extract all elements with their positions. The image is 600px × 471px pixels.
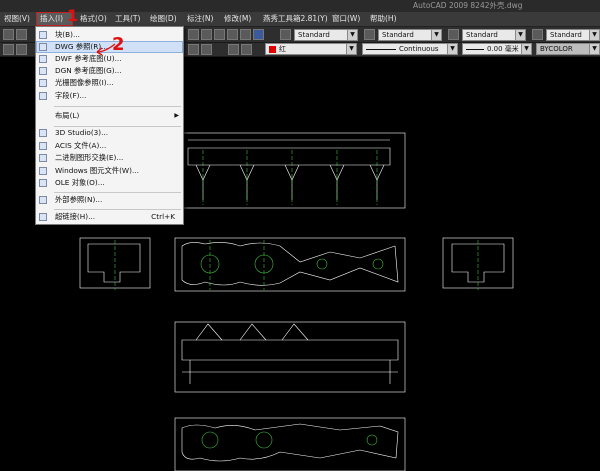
layer-icon[interactable] bbox=[3, 44, 14, 55]
menu-separator bbox=[54, 192, 181, 193]
chevron-down-icon: ▼ bbox=[521, 44, 531, 54]
view-frame bbox=[179, 132, 406, 209]
hole-detail bbox=[372, 258, 384, 270]
window-title: AutoCAD 2009 8242外壳.dwg bbox=[413, 1, 523, 10]
help-icon[interactable] bbox=[253, 29, 264, 40]
binary-dxf-icon bbox=[39, 154, 47, 162]
menu-item-dgn-underlay[interactable]: DGN 参考底图(G)... bbox=[36, 65, 183, 77]
menu-yanxiu-toolbox[interactable]: 燕秀工具箱2.81(Y) bbox=[263, 12, 328, 26]
view-frame bbox=[442, 237, 514, 289]
raster-image-icon bbox=[39, 79, 47, 87]
menu-item-xref[interactable]: 外部参照(N)... bbox=[36, 194, 183, 206]
3d-studio-icon bbox=[39, 129, 47, 137]
menu-draw[interactable]: 绘图(D) bbox=[150, 12, 177, 26]
chevron-down-icon: ▼ bbox=[589, 44, 599, 54]
menu-separator bbox=[54, 209, 181, 210]
arrow-annotation bbox=[96, 43, 116, 56]
dim-style-icon bbox=[364, 29, 375, 40]
text-style-select[interactable]: Standard ▼ bbox=[294, 29, 358, 41]
plotstyle-select[interactable]: BYCOLOR ▼ bbox=[536, 43, 600, 55]
field-icon bbox=[39, 92, 47, 100]
menu-format[interactable]: 格式(O) bbox=[80, 12, 107, 26]
copy-icon[interactable] bbox=[16, 29, 27, 40]
layer-tool-icon[interactable] bbox=[228, 44, 239, 55]
hole-detail bbox=[255, 431, 273, 449]
submenu-arrow-icon: ▶ bbox=[174, 112, 179, 119]
chevron-down-icon: ▼ bbox=[347, 30, 357, 40]
menu-item-hyperlink[interactable]: 超链接(H)... Ctrl+K bbox=[36, 211, 183, 223]
color-swatch bbox=[269, 45, 276, 53]
dim-style-select[interactable]: Standard ▼ bbox=[378, 29, 442, 41]
menu-item-binary-dxf[interactable]: 二进制图形交换(E)... bbox=[36, 152, 183, 164]
chevron-down-icon: ▼ bbox=[515, 30, 525, 40]
color-select[interactable]: 红 ▼ bbox=[265, 43, 357, 55]
dgn-underlay-icon bbox=[39, 67, 47, 75]
acis-file-icon bbox=[39, 142, 47, 150]
text-style-icon bbox=[280, 29, 291, 40]
dwg-reference-icon bbox=[39, 43, 47, 51]
view-frame bbox=[79, 237, 151, 289]
menu-window[interactable]: 窗口(W) bbox=[332, 12, 360, 26]
layer-state-icon[interactable] bbox=[16, 44, 27, 55]
menu-dimension[interactable]: 标注(N) bbox=[187, 12, 213, 26]
block-icon bbox=[39, 31, 47, 39]
mleader-style-select[interactable]: Standard ▼ bbox=[546, 29, 600, 41]
menu-item-field[interactable]: 字段(F)... bbox=[36, 90, 183, 102]
layer-tool-icon[interactable] bbox=[201, 44, 212, 55]
view-frame bbox=[174, 321, 406, 393]
menu-view[interactable]: 视图(V) bbox=[4, 12, 30, 26]
chevron-down-icon: ▼ bbox=[589, 30, 599, 40]
title-bar: AutoCAD 2009 8242外壳.dwg bbox=[0, 0, 600, 12]
menu-modify[interactable]: 修改(M) bbox=[224, 12, 251, 26]
metafile-icon bbox=[39, 167, 47, 175]
mleader-style-icon bbox=[532, 29, 543, 40]
table-style-select[interactable]: Standard ▼ bbox=[462, 29, 526, 41]
linetype-select[interactable]: Continuous ▼ bbox=[362, 43, 458, 55]
menu-item-layout[interactable]: 布局(L) ▶ bbox=[36, 110, 183, 122]
step-marker-1: 1 bbox=[67, 6, 79, 25]
xref-icon bbox=[39, 196, 47, 204]
hole-detail bbox=[201, 431, 219, 449]
menu-item-3d-studio[interactable]: 3D Studio(3)... bbox=[36, 127, 183, 139]
chevron-down-icon: ▼ bbox=[346, 44, 356, 54]
part-outline bbox=[187, 147, 391, 166]
part-outline bbox=[181, 242, 399, 286]
hyperlink-icon bbox=[39, 213, 47, 221]
menu-item-ole-object[interactable]: OLE 对象(O)... bbox=[36, 177, 183, 189]
menu-item-block[interactable]: 块(B)... bbox=[36, 29, 183, 41]
chevron-down-icon: ▼ bbox=[431, 30, 441, 40]
menu-bar: 视图(V) 插入(I) 格式(O) 工具(T) 绘图(D) 标注(N) 修改(M… bbox=[0, 12, 600, 27]
tool-icon[interactable] bbox=[227, 29, 238, 40]
lineweight-select[interactable]: 0.00 毫米 ▼ bbox=[462, 43, 532, 55]
ole-object-icon bbox=[39, 179, 47, 187]
part-outline bbox=[181, 339, 399, 361]
menu-item-acis-file[interactable]: ACIS 文件(A)... bbox=[36, 140, 183, 152]
cut-icon[interactable] bbox=[3, 29, 14, 40]
part-outline bbox=[87, 243, 141, 283]
part-outline bbox=[181, 423, 399, 462]
menu-separator bbox=[54, 106, 181, 107]
hole-detail bbox=[366, 434, 378, 446]
tool-icon[interactable] bbox=[201, 29, 212, 40]
layer-tool-icon[interactable] bbox=[188, 44, 199, 55]
layer-tool-icon[interactable] bbox=[241, 44, 252, 55]
menu-item-raster-image[interactable]: 光栅图像参照(I)... bbox=[36, 77, 183, 89]
menu-help[interactable]: 帮助(H) bbox=[370, 12, 397, 26]
dwf-underlay-icon bbox=[39, 55, 47, 63]
chevron-down-icon: ▼ bbox=[447, 44, 457, 54]
part-detail bbox=[195, 164, 385, 181]
tool-icon[interactable] bbox=[214, 29, 225, 40]
table-style-icon bbox=[448, 29, 459, 40]
tool-icon[interactable] bbox=[240, 29, 251, 40]
menu-tools[interactable]: 工具(T) bbox=[115, 12, 140, 26]
tool-icon[interactable] bbox=[188, 29, 199, 40]
menu-item-windows-metafile[interactable]: Windows 图元文件(W)... bbox=[36, 165, 183, 177]
hole-detail bbox=[316, 258, 328, 270]
